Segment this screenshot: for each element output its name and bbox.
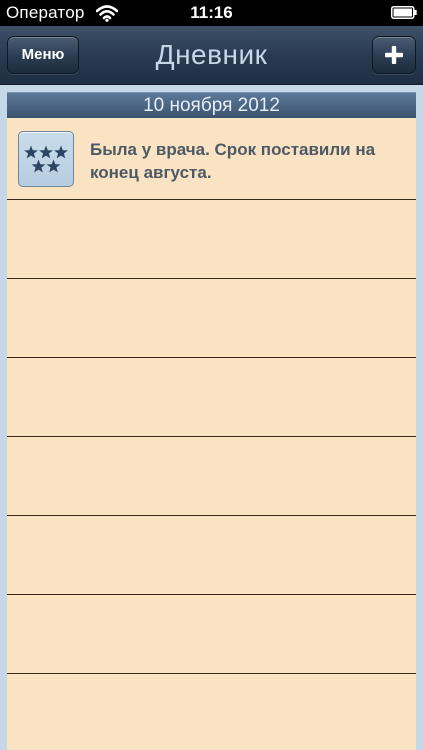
navigation-bar: Дневник Меню	[0, 26, 423, 85]
rating-stars-icon	[18, 131, 74, 187]
empty-row	[7, 516, 416, 595]
menu-button[interactable]: Меню	[7, 36, 79, 74]
empty-row	[7, 200, 416, 279]
status-time: 11:16	[190, 3, 233, 22]
diary-list: Была у врача. Срок поставили на конец ав…	[7, 118, 416, 750]
list-item[interactable]: Была у врача. Срок поставили на конец ав…	[7, 118, 416, 200]
diary-screen: Оператор 11:16 Дневник Меню 10 ноября 20…	[0, 0, 423, 750]
date-section-header: 10 ноября 2012	[7, 92, 416, 119]
entry-text: Была у врача. Срок поставили на конец ав…	[90, 140, 376, 182]
empty-row	[7, 674, 416, 750]
battery-icon	[391, 6, 417, 19]
plus-icon	[385, 46, 403, 64]
add-entry-button[interactable]	[372, 36, 416, 74]
status-bar: Оператор 11:16	[0, 0, 423, 26]
empty-row	[7, 358, 416, 437]
empty-row	[7, 437, 416, 516]
empty-row	[7, 279, 416, 358]
empty-row	[7, 595, 416, 674]
stars-graphic	[24, 145, 68, 173]
